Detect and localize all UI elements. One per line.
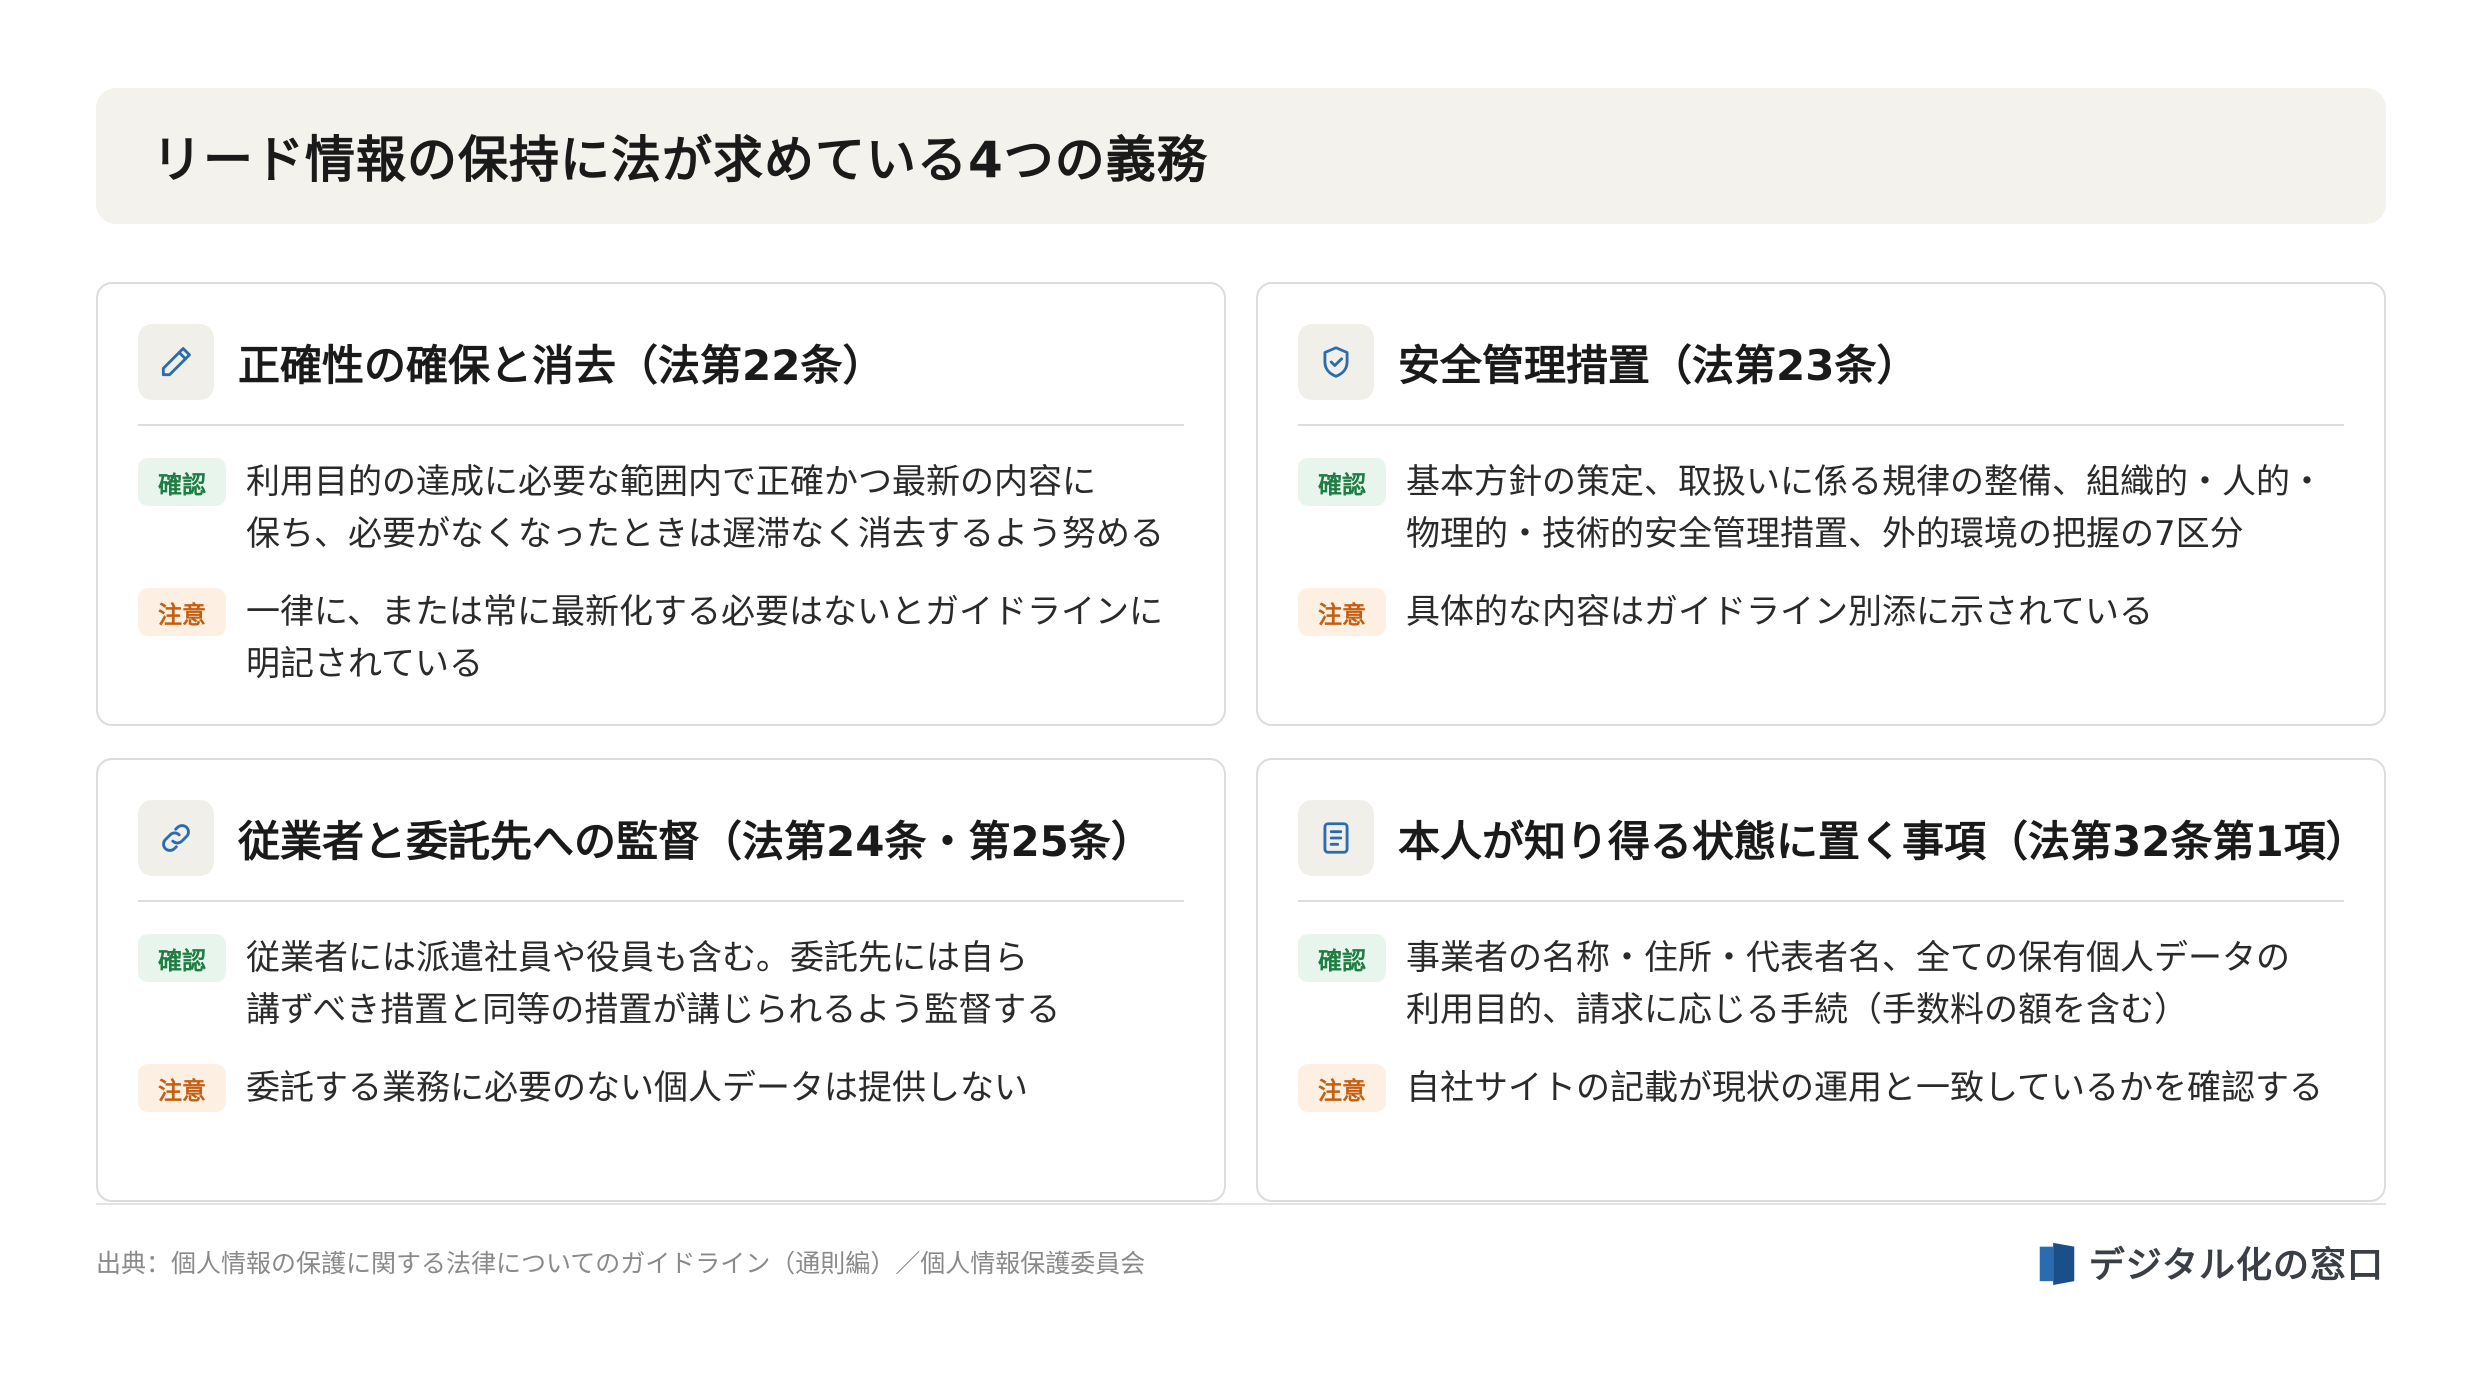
confirm-row: 確認 基本方針の策定、取扱いに係る規律の整備、組織的・人的・ 物理的・技術的安全… <box>1298 456 2354 560</box>
card-title: 本人が知り得る状態に置く事項（法第32条第1項） <box>1398 816 2368 866</box>
caution-badge: 注意 <box>138 588 226 636</box>
card-supervision: 従業者と委託先への監督（法第24条・第25条） 確認 従業者には派遣社員や役員も… <box>96 758 1226 1202</box>
caution-badge: 注意 <box>1298 1064 1386 1112</box>
caution-text: 自社サイトの記載が現状の運用と一致しているかを確認する <box>1406 1068 2323 1108</box>
card-header: 本人が知り得る状態に置く事項（法第32条第1項） <box>1298 800 2368 876</box>
confirm-badge: 確認 <box>138 934 226 982</box>
caution-row: 注意 委託する業務に必要のない個人データは提供しない <box>138 1062 1194 1114</box>
confirm-text: 事業者の名称・住所・代表者名、全ての保有個人データの 利用目的、請求に応じる手続… <box>1406 938 2290 1030</box>
footer-divider <box>96 1203 2386 1205</box>
card-title: 安全管理措置（法第23条） <box>1398 340 1919 390</box>
confirm-text: 基本方針の策定、取扱いに係る規律の整備、組織的・人的・ 物理的・技術的安全管理措… <box>1406 462 2324 554</box>
divider <box>138 900 1184 902</box>
divider <box>138 424 1184 426</box>
caution-badge: 注意 <box>1298 588 1386 636</box>
caution-text: 具体的な内容はガイドライン別添に示されている <box>1406 592 2153 632</box>
brand-logo: デジタル化の窓口 <box>2037 1236 2384 1288</box>
confirm-row: 確認 事業者の名称・住所・代表者名、全ての保有個人データの 利用目的、請求に応じ… <box>1298 932 2354 1036</box>
caution-text: 委託する業務に必要のない個人データは提供しない <box>246 1068 1028 1108</box>
card-security: 安全管理措置（法第23条） 確認 基本方針の策定、取扱いに係る規律の整備、組織的… <box>1256 282 2386 726</box>
caution-row: 注意 自社サイトの記載が現状の運用と一致しているかを確認する <box>1298 1062 2354 1114</box>
shield-check-icon <box>1298 324 1374 400</box>
card-accuracy: 正確性の確保と消去（法第22条） 確認 利用目的の達成に必要な範囲内で正確かつ最… <box>96 282 1226 726</box>
confirm-badge: 確認 <box>138 458 226 506</box>
card-header: 安全管理措置（法第23条） <box>1298 324 2344 400</box>
page-title: リード情報の保持に法が求めている4つの義務 <box>152 131 1208 189</box>
document-icon <box>1298 800 1374 876</box>
card-disclosure: 本人が知り得る状態に置く事項（法第32条第1項） 確認 事業者の名称・住所・代表… <box>1256 758 2386 1202</box>
divider <box>1298 424 2344 426</box>
confirm-text: 従業者には派遣社員や役員も含む。委託先には自ら 講ずべき措置と同等の措置が講じら… <box>246 938 1061 1030</box>
confirm-text: 利用目的の達成に必要な範囲内で正確かつ最新の内容に 保ち、必要がなくなったときは… <box>246 462 1164 554</box>
pencil-icon <box>138 324 214 400</box>
caution-row: 注意 具体的な内容はガイドライン別添に示されている <box>1298 586 2354 638</box>
window-logo-icon <box>2039 1242 2074 1285</box>
link-icon <box>138 800 214 876</box>
confirm-badge: 確認 <box>1298 458 1386 506</box>
caution-text: 一律に、または常に最新化する必要はないとガイドラインに 明記されている <box>246 592 1163 684</box>
confirm-row: 確認 利用目的の達成に必要な範囲内で正確かつ最新の内容に 保ち、必要がなくなった… <box>138 456 1194 560</box>
confirm-row: 確認 従業者には派遣社員や役員も含む。委託先には自ら 講ずべき措置と同等の措置が… <box>138 932 1194 1036</box>
card-title: 正確性の確保と消去（法第22条） <box>238 340 885 390</box>
source-citation: 出典：個人情報の保護に関する法律についてのガイドライン（通則編）／個人情報保護委… <box>96 1249 1146 1278</box>
title-banner: リード情報の保持に法が求めている4つの義務 <box>96 88 2386 224</box>
caution-row: 注意 一律に、または常に最新化する必要はないとガイドラインに 明記されている <box>138 586 1194 690</box>
divider <box>1298 900 2344 902</box>
card-header: 従業者と委託先への監督（法第24条・第25条） <box>138 800 1184 876</box>
caution-badge: 注意 <box>138 1064 226 1112</box>
confirm-badge: 確認 <box>1298 934 1386 982</box>
card-header: 正確性の確保と消去（法第22条） <box>138 324 1184 400</box>
card-title: 従業者と委託先への監督（法第24条・第25条） <box>238 816 1153 866</box>
brand-name: デジタル化の窓口 <box>2088 1245 2384 1286</box>
